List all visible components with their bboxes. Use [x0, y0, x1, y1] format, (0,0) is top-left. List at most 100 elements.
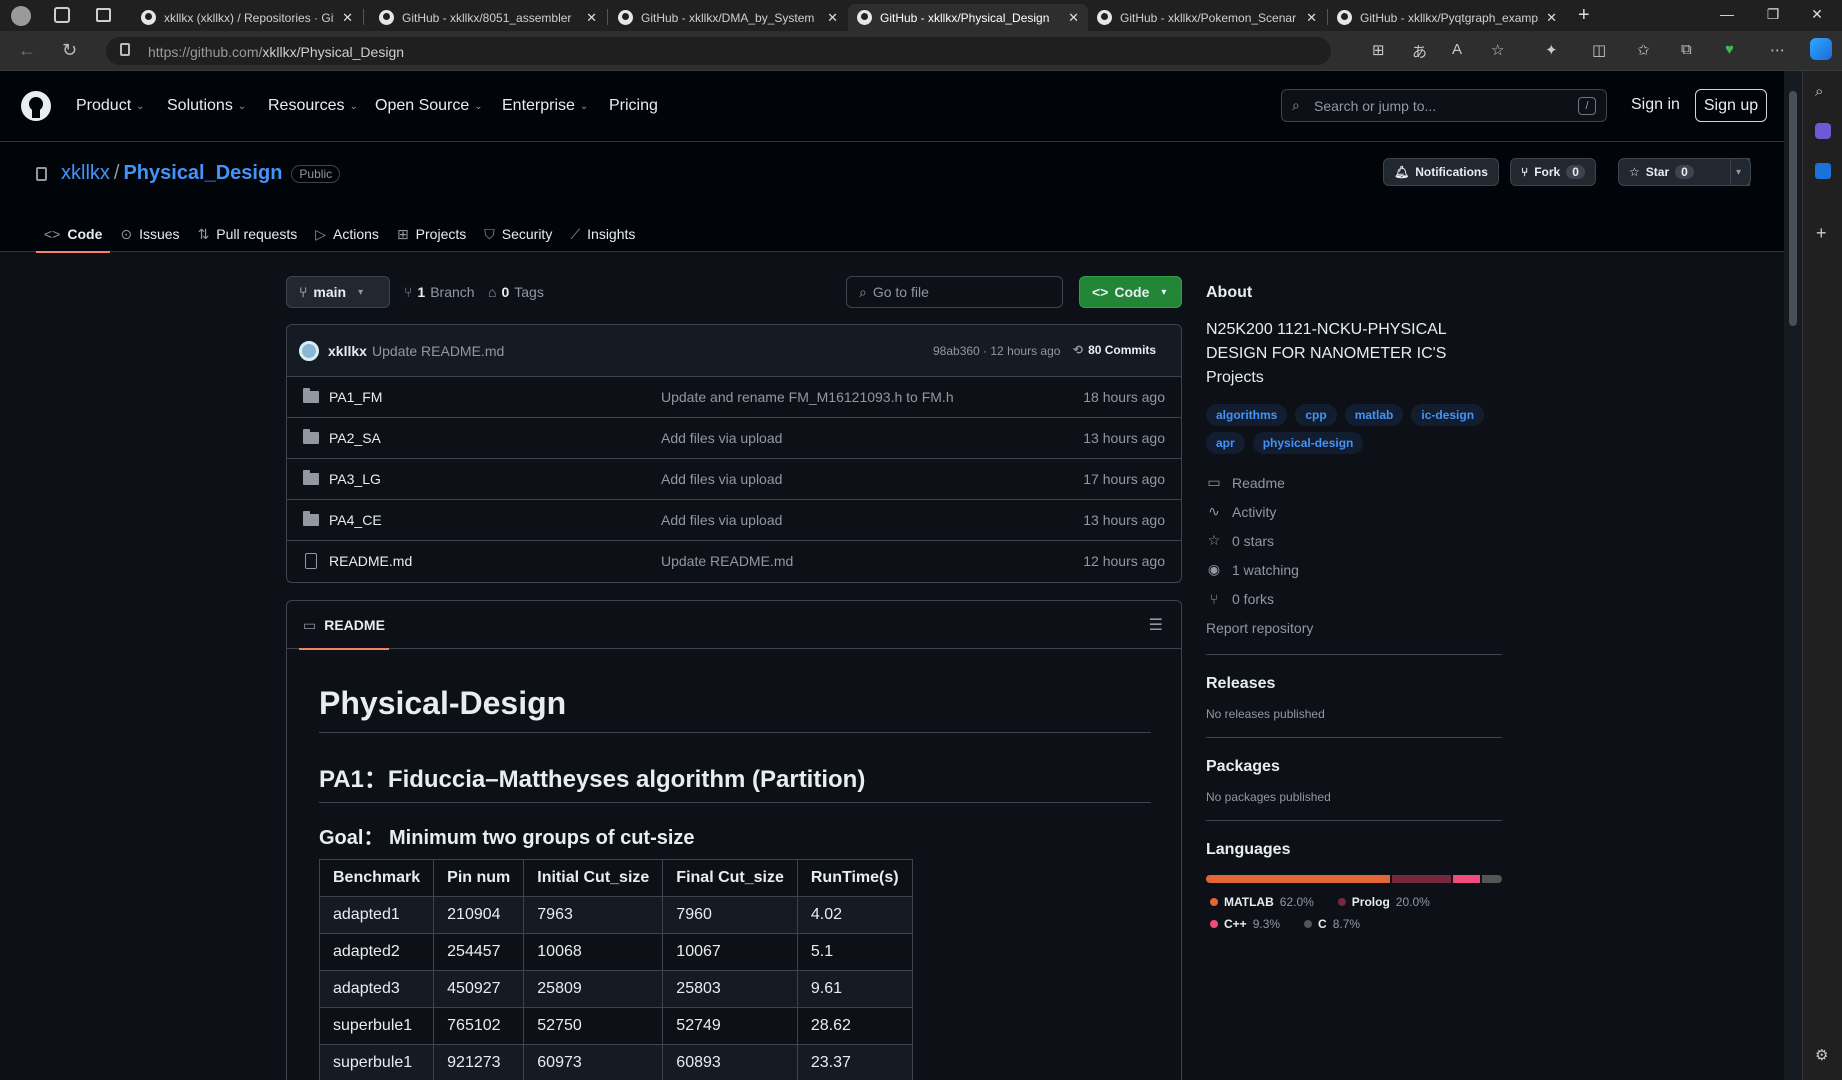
code-button[interactable]: <> Code ▾ [1079, 276, 1182, 308]
tab-code[interactable]: <> Code [36, 216, 111, 253]
file-commit-message[interactable]: Add files via upload [661, 512, 782, 528]
topic-tag[interactable]: ic-design [1411, 404, 1485, 426]
browser-tab[interactable]: GitHub - xkllkx/Pokemon_Scenar ✕ [1088, 4, 1326, 31]
language-c[interactable]: C 8.7% [1304, 917, 1360, 931]
language-prolog[interactable]: Prolog 20.0% [1337, 895, 1430, 909]
copilot-icon[interactable] [1810, 38, 1832, 60]
sign-up-button[interactable]: Sign up [1695, 89, 1767, 122]
file-name[interactable]: PA2_SA [329, 430, 381, 446]
tab-insights[interactable]: ⟋ Insights [562, 216, 643, 252]
file-row[interactable]: PA2_SA Add files via upload 13 hours ago [287, 418, 1181, 459]
refresh-icon[interactable]: ↻ [62, 40, 77, 61]
close-icon[interactable]: ✕ [586, 10, 597, 26]
add-sidebar-icon[interactable]: + [1816, 223, 1827, 244]
file-commit-message[interactable]: Update and rename FM_M16121093.h to FM.h [661, 389, 954, 405]
commit-sha-time[interactable]: 98ab360 · 12 hours ago [933, 344, 1060, 358]
favorites-icon[interactable]: ✩ [1637, 41, 1650, 59]
topic-tag[interactable]: physical-design [1252, 432, 1364, 454]
outlook-icon[interactable] [1815, 163, 1831, 179]
restore-icon[interactable]: ❐ [1758, 6, 1788, 23]
file-name[interactable]: PA1_FM [329, 389, 382, 405]
url-field[interactable]: https://github.com/xkllkx/Physical_Desig… [106, 37, 1331, 65]
packages-title[interactable]: Packages [1206, 758, 1502, 776]
readme-link[interactable]: ▭ Readme [1206, 468, 1502, 497]
commits-link[interactable]: ⟲ 80 Commits [1073, 343, 1156, 357]
browser-tab[interactable]: GitHub - xkllkx/8051_assembler ✕ [370, 4, 606, 31]
more-icon[interactable]: ⋯ [1770, 41, 1785, 59]
nav-resources[interactable]: Resources ⌄ [268, 97, 358, 115]
tab-projects[interactable]: ⊞ Projects [389, 216, 474, 252]
new-tab-icon[interactable]: + [1578, 4, 1590, 27]
collections-icon[interactable]: ⧉ [1681, 41, 1692, 58]
topic-tag[interactable]: algorithms [1206, 404, 1288, 426]
close-icon[interactable]: ✕ [1306, 10, 1317, 26]
lock-icon[interactable] [120, 43, 130, 56]
file-commit-message[interactable]: Update README.md [661, 553, 793, 569]
github-logo-icon[interactable] [20, 90, 52, 122]
topic-tag[interactable]: apr [1206, 432, 1245, 454]
read-aloud-icon[interactable]: A [1452, 41, 1462, 58]
branch-select[interactable]: ⑂ main ▾ [286, 276, 390, 308]
close-icon[interactable]: ✕ [1546, 10, 1557, 26]
profile-icon[interactable] [11, 6, 31, 26]
watching-link[interactable]: ◉ 1 watching [1206, 555, 1502, 584]
tab-security[interactable]: ⛉ Security [476, 216, 560, 252]
forks-link[interactable]: ⑂ 0 forks [1206, 584, 1502, 613]
file-row[interactable]: PA3_LG Add files via upload 17 hours ago [287, 459, 1181, 500]
releases-title[interactable]: Releases [1206, 675, 1502, 693]
language-matlab[interactable]: MATLAB 62.0% [1210, 895, 1314, 909]
page-scrollbar[interactable] [1784, 71, 1802, 1080]
file-row[interactable]: PA4_CE Add files via upload 13 hours ago [287, 500, 1181, 541]
nav-product[interactable]: Product ⌄ [76, 97, 145, 115]
sign-in-link[interactable]: Sign in [1631, 96, 1680, 114]
star-dropdown-button[interactable]: ▾ [1730, 158, 1751, 186]
tab-actions[interactable]: ▷ Actions [307, 216, 387, 252]
app-available-icon[interactable]: ⊞ [1372, 41, 1385, 59]
report-repository-link[interactable]: Report repository [1206, 613, 1502, 642]
repo-name-link[interactable]: Physical_Design [123, 162, 282, 185]
tags-link[interactable]: ⌂ 0 Tags [488, 284, 544, 300]
nav-solutions[interactable]: Solutions ⌄ [167, 97, 246, 115]
activity-link[interactable]: ∿ Activity [1206, 497, 1502, 526]
close-icon[interactable]: ✕ [827, 10, 838, 26]
commit-message[interactable]: Update README.md [372, 343, 504, 359]
file-row[interactable]: README.md Update README.md 12 hours ago [287, 541, 1181, 582]
nav-open-source[interactable]: Open Source ⌄ [375, 97, 483, 115]
file-commit-message[interactable]: Add files via upload [661, 471, 782, 487]
commit-author[interactable]: xkllkx [328, 343, 367, 359]
close-icon[interactable]: ✕ [342, 10, 353, 26]
browser-tab[interactable]: GitHub - xkllkx/Pyqtgraph_examp ✕ [1328, 4, 1566, 31]
branches-link[interactable]: ⑂ 1 Branch [404, 284, 475, 300]
tab-issues[interactable]: ⊙ Issues [112, 216, 187, 252]
split-screen-icon[interactable]: ◫ [1592, 41, 1606, 59]
file-commit-message[interactable]: Add files via upload [661, 430, 782, 446]
stars-link[interactable]: ☆ 0 stars [1206, 526, 1502, 555]
readme-tab[interactable]: ▭ README [299, 601, 389, 650]
workspaces-icon[interactable] [54, 7, 70, 23]
settings-icon[interactable]: ⚙ [1815, 1046, 1828, 1064]
close-icon[interactable]: ✕ [1068, 10, 1079, 26]
nav-pricing[interactable]: Pricing [609, 97, 658, 115]
close-window-icon[interactable]: ✕ [1802, 6, 1832, 23]
translate-icon[interactable]: あ [1412, 41, 1427, 62]
file-name[interactable]: PA3_LG [329, 471, 381, 487]
file-name[interactable]: README.md [329, 553, 412, 569]
favorite-icon[interactable]: ☆ [1491, 41, 1504, 59]
outline-icon[interactable]: ☰ [1149, 615, 1163, 635]
notifications-button[interactable]: 🔔︎ Notifications [1383, 158, 1499, 186]
language-cpp[interactable]: C++ 9.3% [1210, 917, 1280, 931]
tab-pull-requests[interactable]: ⇅ Pull requests [190, 216, 306, 252]
search-input[interactable]: ⌕ Search or jump to... / [1281, 89, 1607, 122]
search-icon[interactable]: ⌕ [1815, 83, 1823, 100]
copilot-sidebar-icon[interactable] [1815, 123, 1831, 139]
nav-enterprise[interactable]: Enterprise ⌄ [502, 97, 588, 115]
repo-owner-link[interactable]: xkllkx [61, 162, 110, 185]
browser-tab-active[interactable]: GitHub - xkllkx/Physical_Design ✕ [848, 4, 1088, 31]
browser-tab[interactable]: xkllkx (xkllkx) / Repositories · Git ✕ [132, 4, 362, 31]
fork-button[interactable]: ⑂ Fork 0 [1510, 158, 1596, 186]
vertical-tabs-icon[interactable] [96, 8, 111, 22]
browser-tab[interactable]: GitHub - xkllkx/DMA_by_System ✕ [609, 4, 847, 31]
extensions-icon[interactable]: ✦ [1545, 41, 1558, 59]
file-row[interactable]: PA1_FM Update and rename FM_M16121093.h t… [287, 377, 1181, 418]
topic-tag[interactable]: cpp [1295, 404, 1337, 426]
